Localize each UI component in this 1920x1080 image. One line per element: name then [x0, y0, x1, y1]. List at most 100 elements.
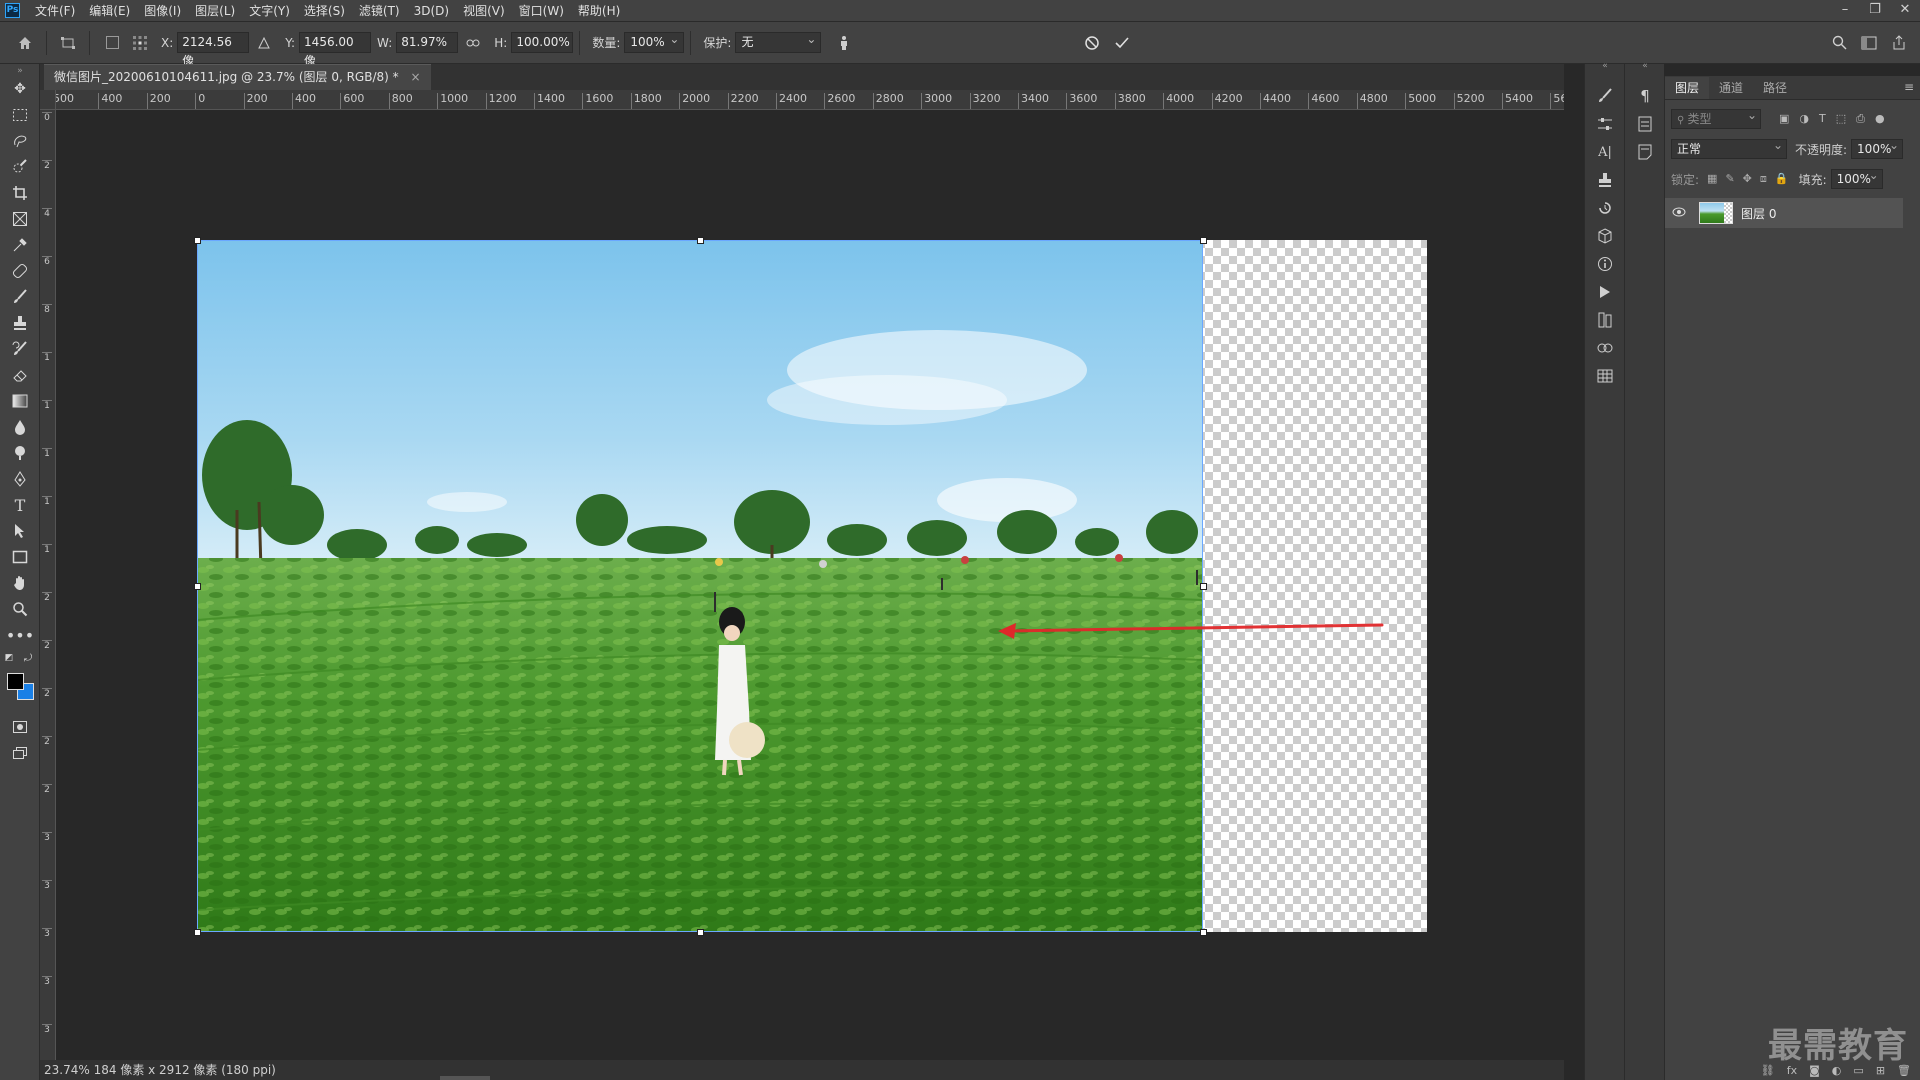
lock-artboard-icon[interactable]: ⧈ [1760, 172, 1767, 186]
adjustments-icon[interactable] [1595, 114, 1615, 134]
link-aspect-icon[interactable] [462, 32, 484, 54]
info-icon[interactable] [1595, 254, 1615, 274]
zoom-level[interactable]: 23.74% [44, 1063, 90, 1077]
crop-tool-icon[interactable] [9, 182, 31, 204]
eyedropper-tool-icon[interactable] [9, 234, 31, 256]
menu-item-4[interactable]: 文字(Y) [242, 0, 297, 22]
table-grid-icon[interactable] [1595, 366, 1615, 386]
layer-name[interactable]: 图层 0 [1741, 205, 1776, 222]
more-tools-icon[interactable]: ••• [6, 624, 34, 646]
filter-adjustment-icon[interactable]: ◑ [1799, 112, 1809, 126]
delta-icon[interactable] [253, 32, 275, 54]
protect-select[interactable]: 无 [735, 30, 822, 53]
clone-source-icon[interactable] [1595, 170, 1615, 190]
x-field[interactable]: 2124.56 像 [177, 32, 250, 68]
app-logo[interactable]: Ps [5, 3, 20, 18]
menu-item-2[interactable]: 图像(I) [137, 0, 188, 22]
filter-toggle-icon[interactable]: ● [1875, 112, 1885, 126]
close-button[interactable]: ✕ [1890, 0, 1920, 22]
search-icon[interactable] [1828, 32, 1850, 54]
menu-item-8[interactable]: 视图(V) [456, 0, 512, 22]
history-brush-tool-icon[interactable] [9, 338, 31, 360]
document-tab[interactable]: 微信图片_20200610104611.jpg @ 23.7% (图层 0, R… [44, 64, 431, 90]
notes-icon[interactable] [1635, 142, 1655, 162]
pen-tool-icon[interactable] [9, 468, 31, 490]
amount-select[interactable]: 100% [624, 30, 685, 53]
ruler-origin[interactable] [40, 90, 56, 110]
lock-transparent-icon[interactable]: ▦ [1707, 172, 1717, 186]
cancel-transform-icon[interactable] [1081, 32, 1103, 54]
marquee-tool-icon[interactable] [9, 104, 31, 126]
collapse-strip-icon[interactable]: « [1595, 56, 1615, 76]
reference-point-checkbox[interactable] [106, 36, 119, 49]
gradient-tool-icon[interactable] [9, 390, 31, 412]
healing-brush-tool-icon[interactable] [9, 260, 31, 282]
transform-tool-icon[interactable] [57, 32, 79, 54]
opacity-field[interactable]: 100% [1851, 136, 1904, 159]
menu-item-0[interactable]: 文件(F) [28, 0, 82, 22]
hand-tool-icon[interactable] [9, 572, 31, 594]
libraries-icon[interactable] [1595, 310, 1615, 330]
quick-selection-tool-icon[interactable] [9, 156, 31, 178]
filter-shape-icon[interactable]: ⬚ [1836, 112, 1846, 126]
horizontal-scrollbar[interactable] [440, 1076, 490, 1080]
frame-tool-icon[interactable] [9, 208, 31, 230]
actions-play-icon[interactable] [1595, 282, 1615, 302]
panel-tab-1[interactable]: 通道 [1709, 77, 1753, 99]
foreground-color-swatch[interactable] [7, 673, 24, 690]
brush-settings-icon[interactable] [1595, 86, 1615, 106]
share-icon[interactable] [1888, 32, 1910, 54]
blur-tool-icon[interactable] [9, 416, 31, 438]
collapse-strip-icon[interactable]: « [1635, 56, 1655, 76]
menu-item-1[interactable]: 编辑(E) [82, 0, 137, 22]
character-icon[interactable]: A| [1595, 142, 1615, 162]
3d-icon[interactable] [1595, 226, 1615, 246]
lasso-tool-icon[interactable] [9, 130, 31, 152]
visibility-eye-icon[interactable] [1669, 206, 1689, 220]
minimize-button[interactable]: – [1830, 0, 1860, 22]
restore-button[interactable]: ❐ [1860, 0, 1890, 22]
canvas-area[interactable] [56, 110, 1564, 1060]
panel-tab-2[interactable]: 路径 [1753, 77, 1797, 99]
menu-item-9[interactable]: 窗口(W) [512, 0, 571, 22]
home-icon[interactable] [14, 32, 36, 54]
history-icon[interactable] [1595, 198, 1615, 218]
swap-colors-icon[interactable]: ⤾ [22, 652, 34, 664]
blend-mode-select[interactable]: 正常 [1671, 136, 1787, 159]
w-field[interactable]: 81.97% [396, 32, 459, 53]
clone-stamp-tool-icon[interactable] [9, 312, 31, 334]
paragraph-icon[interactable]: ¶ [1635, 86, 1655, 106]
filter-type-icon[interactable]: T [1819, 112, 1826, 126]
horizontal-ruler[interactable]: 5004002000200400600800100012001400160018… [56, 90, 1564, 110]
vertical-ruler[interactable]: 0 2 4 6 8 1 1 1 1 1 2 2 2 2 2 3 3 3 3 3 [40, 110, 56, 1060]
swatches-icon[interactable] [1595, 338, 1615, 358]
commit-transform-icon[interactable] [1111, 32, 1133, 54]
menu-item-5[interactable]: 选择(S) [297, 0, 352, 22]
panel-tab-0[interactable]: 图层 [1665, 77, 1710, 99]
layer-filter-search[interactable]: ⚲ 类型 [1671, 106, 1761, 129]
path-selection-tool-icon[interactable] [9, 520, 31, 542]
protect-skin-icon[interactable] [833, 32, 855, 54]
lock-position-icon[interactable]: ✥ [1743, 172, 1752, 186]
quick-mask-icon[interactable] [9, 716, 31, 738]
dodge-tool-icon[interactable] [9, 442, 31, 464]
screen-mode-icon[interactable] [9, 742, 31, 764]
close-tab-icon[interactable]: × [410, 70, 420, 84]
h-field[interactable]: 100.00% [511, 32, 574, 53]
lock-all-icon[interactable]: 🔒 [1775, 172, 1789, 186]
filter-smart-object-icon[interactable]: ⎙ [1856, 112, 1865, 126]
layer-row[interactable]: 图层 0 [1665, 198, 1903, 228]
zoom-tool-icon[interactable] [9, 598, 31, 620]
properties-icon[interactable] [1635, 114, 1655, 134]
menu-item-7[interactable]: 3D(D) [407, 0, 456, 22]
menu-item-6[interactable]: 滤镜(T) [352, 0, 407, 22]
brush-tool-icon[interactable] [9, 286, 31, 308]
fill-field[interactable]: 100% [1830, 166, 1883, 189]
type-tool-icon[interactable]: T [9, 494, 31, 516]
menu-item-10[interactable]: 帮助(H) [571, 0, 627, 22]
menu-item-3[interactable]: 图层(L) [188, 0, 242, 22]
filter-pixel-icon[interactable]: ▣ [1779, 112, 1789, 126]
eraser-tool-icon[interactable] [9, 364, 31, 386]
default-colors-icon[interactable]: ◩ [3, 652, 15, 664]
panel-menu-icon[interactable]: ≡ [1904, 80, 1914, 94]
